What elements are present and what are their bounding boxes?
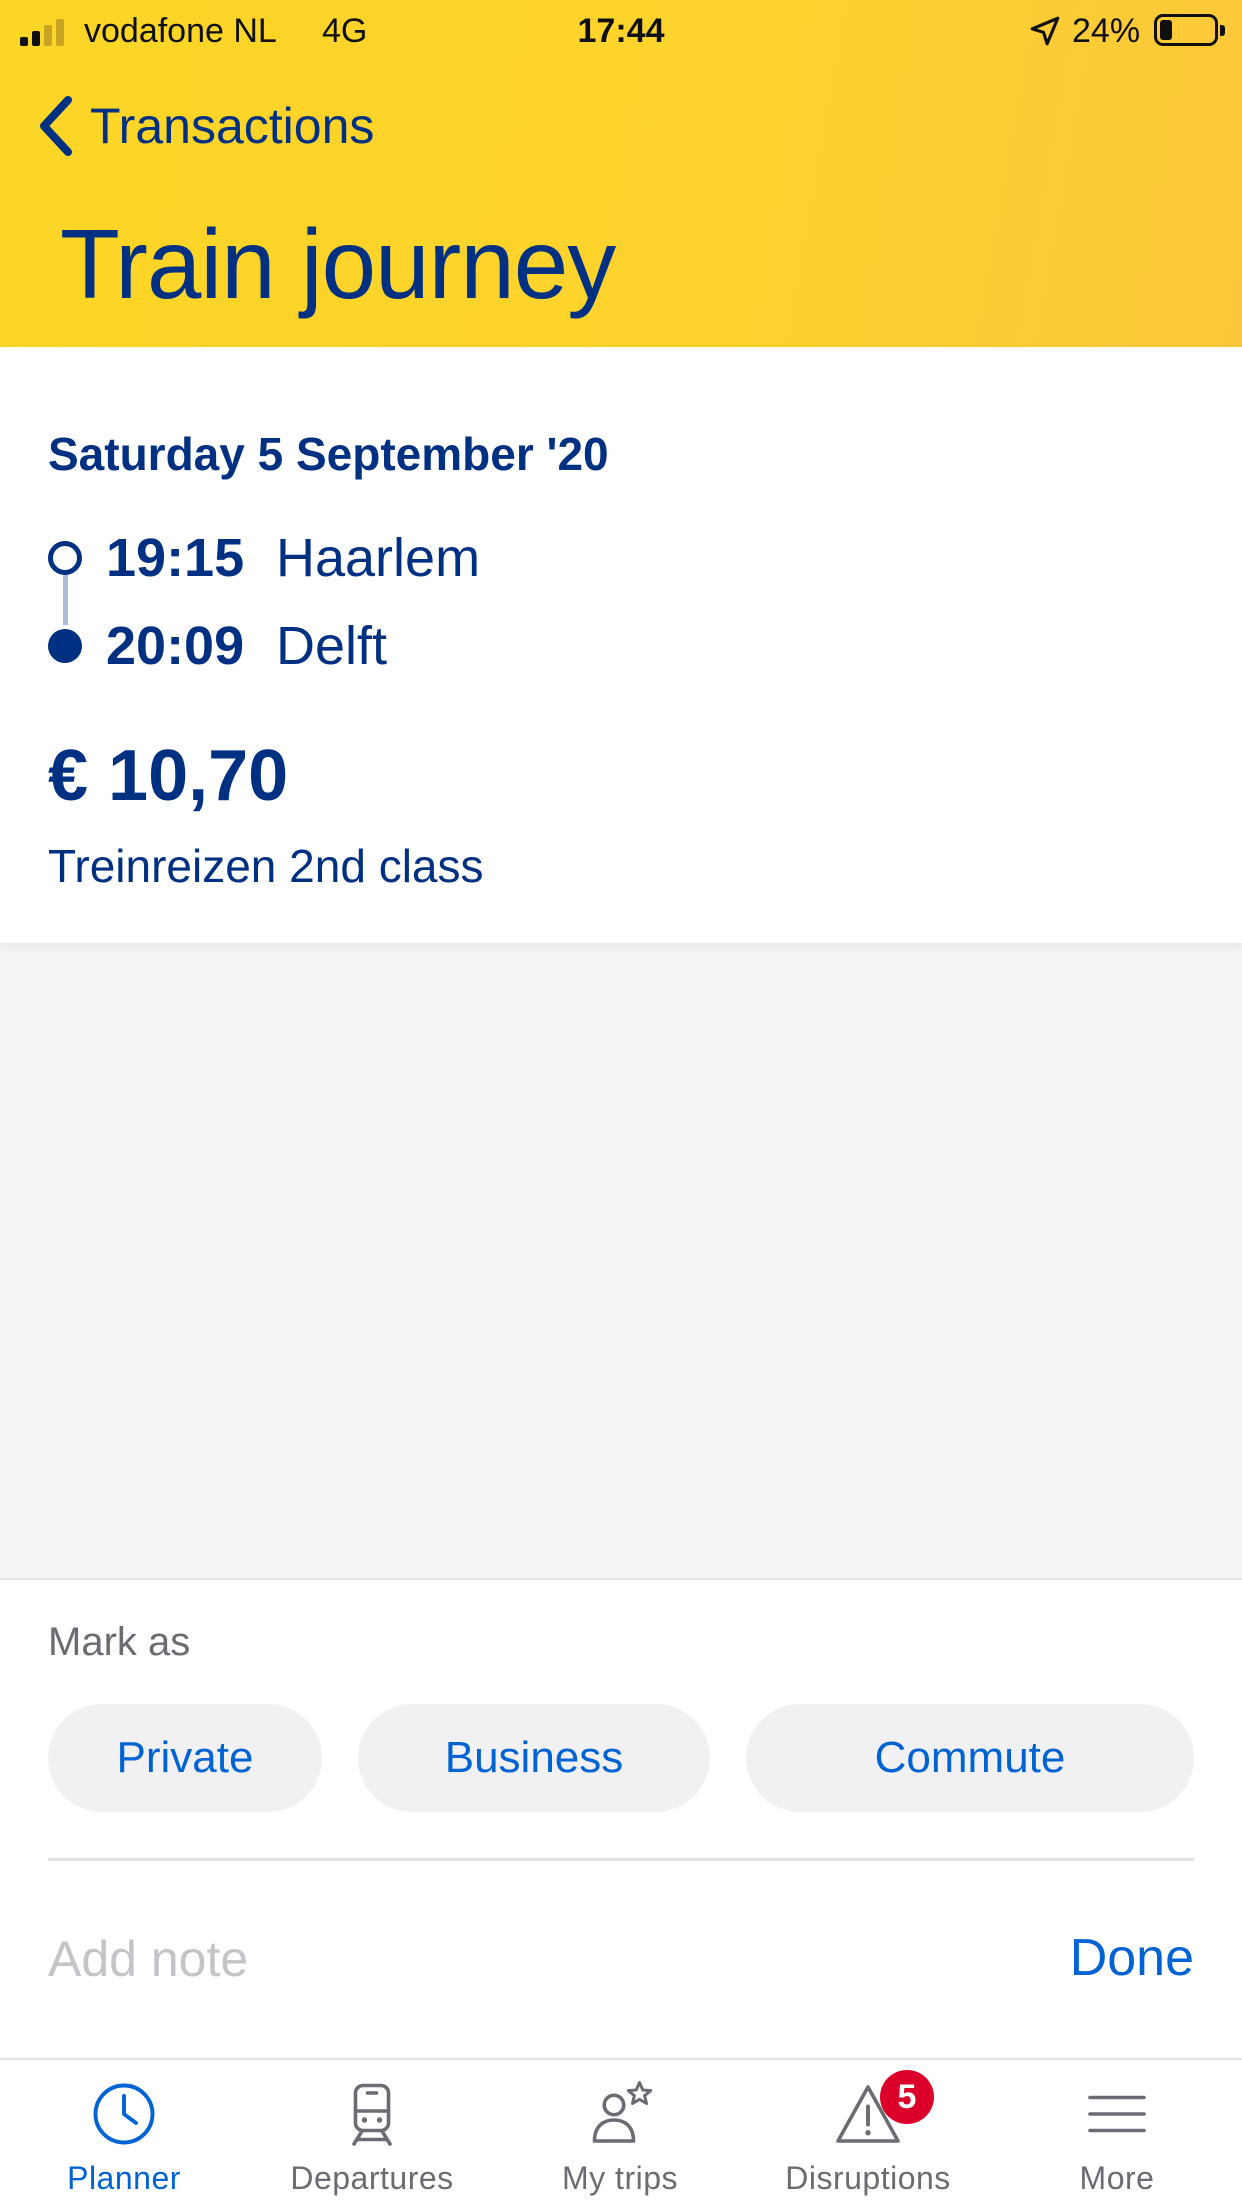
tab-bar: Planner Departures My trips 5 Disruption… (0, 2058, 1242, 2208)
done-button[interactable]: Done (1070, 1928, 1194, 1988)
tab-label: My trips (562, 2160, 678, 2196)
header: vodafone NL 4G 17:44 24% Transactions Tr… (0, 0, 1242, 347)
back-label: Transactions (90, 98, 375, 154)
tab-label: Departures (290, 2160, 454, 2196)
tab-my-trips[interactable]: My trips (496, 2060, 744, 2208)
ticket-type: Treinreizen 2nd class (48, 840, 484, 892)
tab-label: Disruptions (785, 2160, 951, 2196)
journey-card: Saturday 5 September '20 19:15 Haarlem 2… (0, 347, 1242, 943)
commute-button[interactable]: Commute (746, 1704, 1194, 1812)
status-bar: vodafone NL 4G 17:44 24% (0, 0, 1242, 62)
journey-date: Saturday 5 September '20 (48, 428, 609, 480)
mark-as-label: Mark as (48, 1620, 191, 1664)
tab-label: Planner (67, 2160, 181, 2196)
arrival-dot-icon (48, 629, 82, 663)
journey-price: € 10,70 (48, 736, 289, 816)
tab-label: More (1079, 2160, 1155, 2196)
person-star-icon (592, 2081, 653, 2143)
departure-dot-icon (48, 541, 82, 575)
back-button[interactable]: Transactions (36, 94, 374, 158)
battery-percentage: 24% (1072, 12, 1141, 50)
clock-icon (93, 2083, 155, 2145)
departure-time: 19:15 (106, 528, 245, 588)
location-arrow-icon (1030, 16, 1060, 46)
arrival-station: Delft (276, 616, 388, 676)
tab-planner[interactable]: Planner (0, 2060, 248, 2208)
train-icon (352, 2083, 392, 2146)
arrival-time: 20:09 (106, 616, 245, 676)
arrival-stop: 20:09 Delft (48, 615, 387, 677)
departure-station: Haarlem (276, 528, 481, 588)
tab-disruptions[interactable]: 5 Disruptions (744, 2060, 992, 2208)
divider (48, 1858, 1194, 1861)
tab-departures[interactable]: Departures (248, 2060, 496, 2208)
menu-icon (1088, 2095, 1146, 2133)
disruptions-badge: 5 (880, 2070, 934, 2124)
mark-as-sheet: Mark as Private Business Commute Done (0, 1578, 1242, 2058)
departure-stop: 19:15 Haarlem (48, 527, 480, 589)
business-button[interactable]: Business (358, 1704, 710, 1812)
private-button[interactable]: Private (48, 1704, 322, 1812)
add-note-input[interactable] (48, 1924, 948, 1994)
battery-icon (1154, 14, 1225, 46)
chevron-left-icon (40, 96, 72, 156)
page-title: Train journey (60, 209, 616, 319)
tab-more[interactable]: More (992, 2060, 1242, 2208)
